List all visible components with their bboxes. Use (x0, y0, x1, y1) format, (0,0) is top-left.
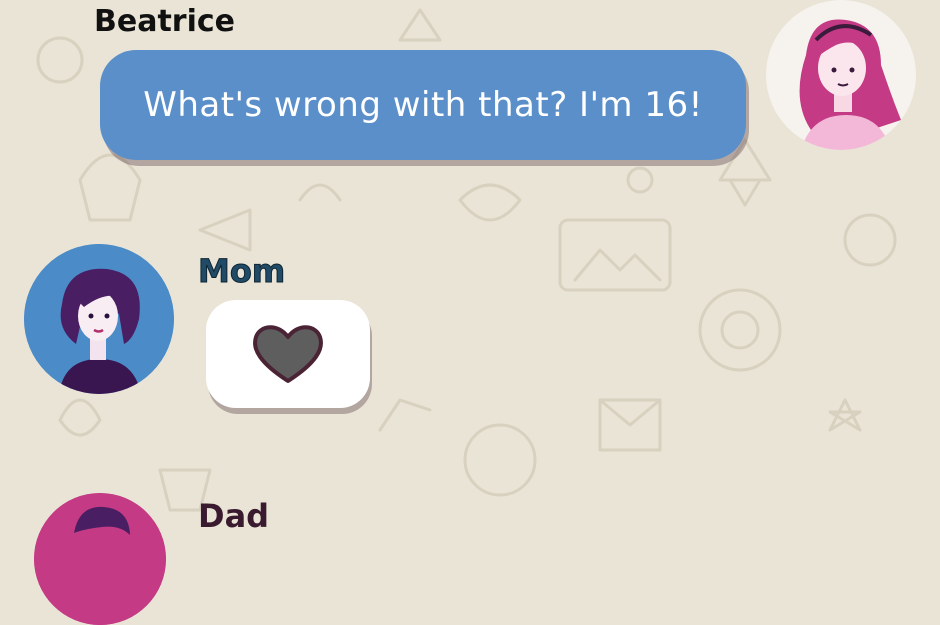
girl-pink-hair-avatar-icon[interactable] (766, 0, 916, 150)
man-avatar-icon[interactable] (34, 493, 166, 625)
sender-name-beatrice: Beatrice (94, 4, 236, 39)
heart-icon (253, 325, 323, 383)
message-text: What's wrong with that? I'm 16! (143, 85, 703, 125)
sender-name-dad: Dad (198, 497, 270, 535)
message-bubble-outgoing[interactable]: What's wrong with that? I'm 16! (100, 50, 746, 160)
message-bubble-incoming[interactable] (206, 300, 370, 408)
sender-name-mom: Mom (197, 252, 286, 291)
woman-dark-hair-avatar-icon[interactable] (24, 244, 174, 394)
